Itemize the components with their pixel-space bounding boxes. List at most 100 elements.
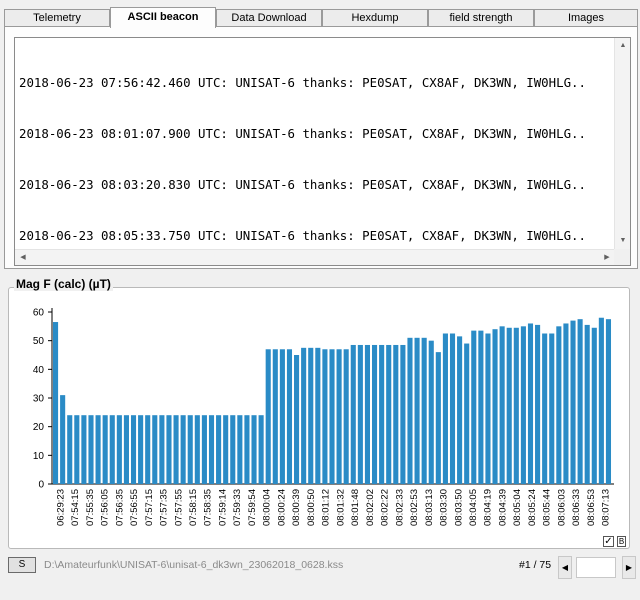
x-tick-label: 07:57:55 [173, 489, 184, 526]
triangle-left-icon[interactable]: ◀ [558, 556, 572, 579]
x-tick-label: 08:02:22 [380, 489, 391, 526]
bar [95, 415, 101, 484]
bar [506, 327, 512, 484]
x-tick-label: 08:03:30 [439, 489, 450, 526]
x-tick-label: 07:56:55 [129, 489, 140, 526]
bar [244, 415, 250, 484]
y-tick-label: 10 [33, 451, 45, 462]
x-tick-label: 07:58:15 [188, 489, 199, 526]
x-tick-label: 08:00:24 [276, 489, 287, 526]
file-path-label: D:\Amateurfunk\UNISAT-6\unisat-6_dk3wn_2… [44, 559, 344, 571]
x-tick-label: 07:58:35 [203, 489, 214, 526]
record-scrollbar[interactable]: ◀ ▶ [558, 556, 636, 579]
s-button[interactable]: S [8, 557, 36, 573]
bar [123, 415, 129, 484]
bar [471, 330, 477, 484]
b-checkbox[interactable]: B [617, 536, 626, 547]
y-tick-label: 40 [33, 365, 45, 376]
bar [216, 415, 222, 484]
bar [237, 415, 243, 484]
x-tick-label: 07:55:35 [85, 489, 96, 526]
y-tick-label: 60 [33, 308, 45, 319]
bar [520, 326, 526, 484]
bar [549, 333, 555, 484]
triangle-right-icon[interactable]: ▶ [622, 556, 636, 579]
bar [464, 343, 470, 484]
bar [130, 415, 137, 484]
x-tick-label: 08:01:12 [321, 489, 332, 526]
bar [159, 415, 165, 484]
bar [102, 415, 108, 484]
bar [88, 415, 94, 484]
bar [187, 415, 193, 484]
bar [74, 415, 80, 484]
bar [513, 327, 519, 484]
x-tick-label: 07:56:05 [100, 489, 111, 526]
bar [379, 344, 385, 484]
bar [449, 333, 456, 484]
bar [492, 329, 498, 484]
bar [329, 349, 335, 484]
bar [67, 415, 73, 484]
x-tick-label: 08:04:19 [483, 489, 494, 526]
bar [294, 355, 300, 484]
bar [223, 415, 229, 484]
x-tick-label: 06:29:23 [55, 489, 66, 526]
bar [371, 344, 378, 484]
bar [435, 352, 441, 484]
x-tick-label: 08:05:24 [527, 489, 538, 526]
x-tick-label: 07:57:35 [159, 489, 170, 526]
bar [485, 333, 491, 484]
bar [364, 344, 370, 484]
show-values-checkbox[interactable]: ✓ [603, 536, 614, 547]
x-tick-label: 08:03:50 [453, 489, 464, 526]
bar [442, 333, 448, 484]
bar [180, 415, 186, 484]
x-tick-label: 08:07:13 [601, 489, 612, 526]
y-tick-label: 20 [33, 422, 45, 433]
bar [258, 415, 264, 484]
x-tick-label: 08:06:03 [556, 489, 567, 526]
bar [60, 395, 66, 484]
bar [265, 349, 271, 484]
x-tick-label: 08:05:44 [542, 489, 553, 526]
bar [577, 319, 583, 484]
x-tick-label: 08:00:04 [262, 489, 273, 526]
bar [400, 344, 406, 484]
bar [407, 337, 413, 484]
x-tick-label: 08:03:13 [424, 489, 435, 526]
x-tick-label: 08:01:48 [350, 489, 361, 526]
bar [343, 349, 349, 484]
bar [279, 349, 285, 484]
bar [208, 415, 215, 484]
bar [527, 323, 534, 484]
bar [145, 415, 151, 484]
x-tick-label: 08:05:04 [512, 489, 523, 526]
bar [336, 349, 342, 484]
bar [173, 415, 179, 484]
bar [570, 320, 576, 484]
bar [598, 317, 604, 484]
bar [81, 415, 87, 484]
bar [308, 347, 314, 484]
scroll-thumb[interactable] [576, 557, 616, 578]
bar [350, 344, 356, 484]
x-tick-label: 08:02:53 [409, 489, 420, 526]
x-tick-label: 07:57:15 [144, 489, 155, 526]
tab-ascii-beacon[interactable]: ASCII beacon [110, 7, 216, 28]
bar [230, 415, 236, 484]
bar [286, 349, 293, 484]
bar [414, 337, 420, 484]
x-tick-label: 07:59:54 [247, 489, 258, 526]
x-tick-label: 07:59:33 [232, 489, 243, 526]
bar [152, 415, 158, 484]
bar [556, 326, 562, 484]
x-tick-label: 07:59:14 [218, 489, 229, 526]
bar [194, 415, 200, 484]
bar [166, 415, 172, 484]
bar [272, 349, 278, 484]
bar [584, 324, 590, 484]
bar [138, 415, 144, 484]
bar [301, 347, 307, 484]
bar [605, 319, 612, 484]
